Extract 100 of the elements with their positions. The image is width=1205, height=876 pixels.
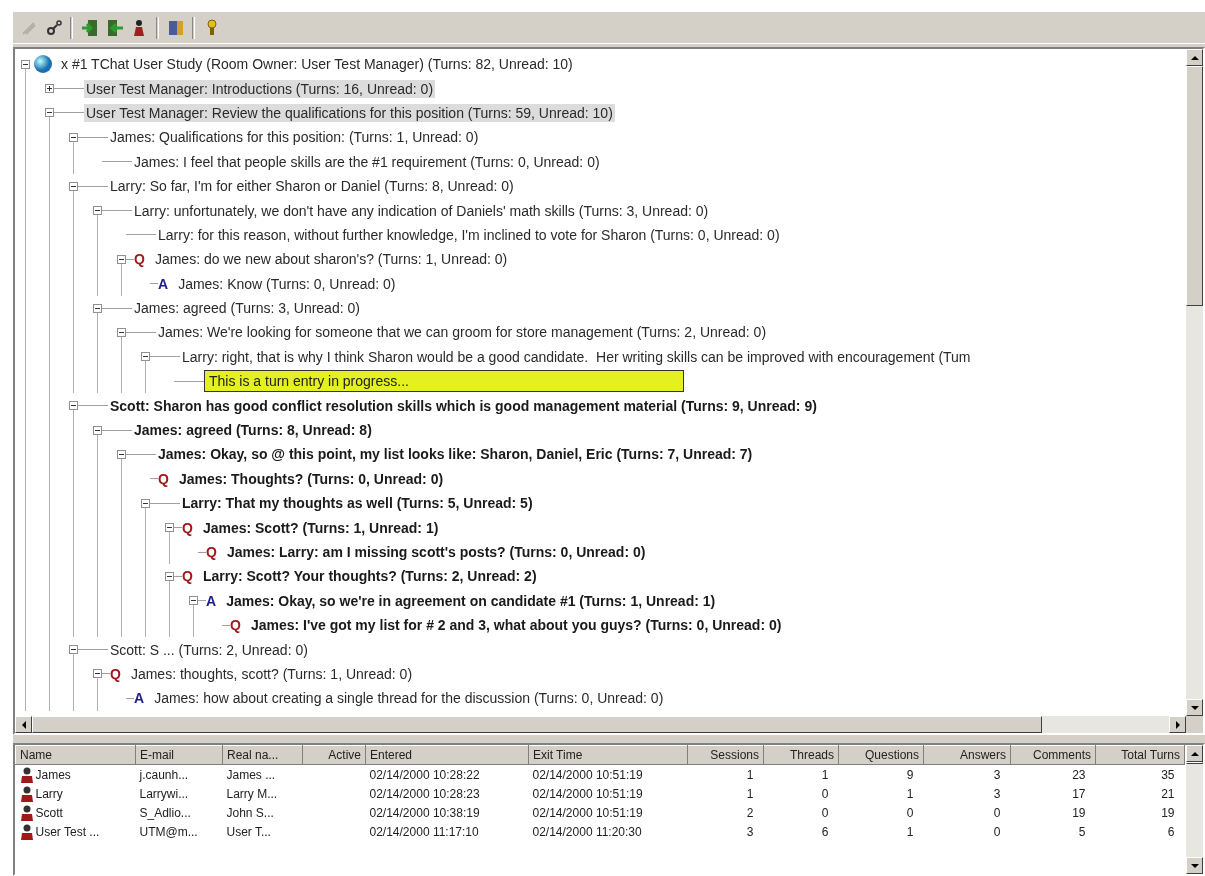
thread-item[interactable]: James: Okay, so @ this point, my list looks like: Sharon, Daniel, Eric (Turns: 7, Unread: 7) [156,445,755,464]
collapse-toggle[interactable] [69,181,78,191]
column-header[interactable]: Answers [923,745,1011,765]
column-header[interactable]: Active [302,745,366,765]
thread-item[interactable]: User Test Manager: Review the qualifications for this position (Turns: 59, Unread: 10) [84,103,615,122]
table-cell-text: 1 [905,785,915,803]
thread-item[interactable]: James: agreed (Turns: 3, Unread: 0) [132,299,362,318]
answer-marker: A [158,275,169,292]
table-cell: 1 [763,764,839,784]
table-cell-text: 3 [745,823,755,841]
scroll-right-button[interactable] [1169,716,1186,733]
collapse-toggle[interactable] [141,498,150,508]
user-icon [19,785,34,802]
column-header[interactable]: Real na... [222,745,303,765]
column-header[interactable]: Name [15,745,136,765]
column-header[interactable]: Exit Time [528,745,688,765]
user-name[interactable]: Larry [35,786,63,801]
collapse-toggle[interactable] [45,108,54,118]
thread-item[interactable]: James: I feel that people skills are the #1 requirement (Turns: 0, Unread: 0) [132,152,602,171]
thread-item[interactable]: Larry: for this reason, without further knowledge, I'm inclined to vote for Sharon (Turns: 0, Unread: 0) [156,225,782,244]
globe-icon [33,54,53,75]
table-cell-text: 02/14/2000 11:20:30 [531,823,643,841]
column-header[interactable]: E-mail [135,745,223,765]
thread-item[interactable]: James: Thoughts? (Turns: 0, Unread: 0) [176,469,446,488]
table-cell-text: 02/14/2000 10:28:23 [368,785,481,803]
thread-item[interactable]: James: Know (Turns: 0, Unread: 0) [176,274,398,293]
collapse-toggle[interactable] [93,206,102,216]
down-arrow-icon [1190,705,1199,710]
answer-marker: A [134,690,145,707]
table-cell-text: Larrywi... [138,785,190,803]
collapse-toggle[interactable] [93,425,102,435]
thread-item[interactable]: James: thoughts, scott? (Turns: 1, Unread: 0) [128,664,415,683]
collapse-toggle[interactable] [165,523,174,533]
question-marker: Q [134,251,145,268]
thread-item[interactable]: Scott: Sharon has good conflict resolution skills which is good management material (Turns: 9, Unread: 9) [108,396,819,415]
up-arrow-icon [1190,751,1199,756]
expand-toggle[interactable] [45,84,54,94]
collapse-toggle[interactable] [165,571,174,581]
turn-entry-field[interactable]: This is a turn entry in progress... [204,370,684,393]
table-cell-text: 1 [905,823,915,841]
right-arrow-icon [1175,720,1180,729]
table-cell-text: 02/14/2000 10:51:19 [531,785,644,803]
user-name[interactable]: Scott [35,805,63,820]
collapse-toggle[interactable] [93,669,102,679]
question-marker: Q [158,470,169,487]
collapse-toggle[interactable] [189,596,198,606]
thread-item[interactable]: Larry: That my thoughts as well (Turns: 5, Unread: 5) [180,494,535,513]
thread-item[interactable]: Scott: S ... (Turns: 2, Unread: 0) [108,640,310,659]
question-marker: Q [182,519,193,536]
column-header[interactable]: Threads [763,745,839,765]
table-cell-text: Larry M... [225,785,279,803]
column-header[interactable]: Entered [365,745,529,765]
collapse-toggle[interactable] [69,645,78,655]
collapse-toggle[interactable] [69,401,78,411]
column-header[interactable]: Questions [838,745,924,765]
thread-item[interactable]: Larry: right, that is why I think Sharon would be a good candidate. Her writing skills can be improved with encouragement (Tum [180,347,973,366]
table-cell-text: 02/14/2000 11:17:10 [368,823,480,841]
collapse-toggle[interactable] [69,132,78,142]
table-cell: James ... [222,764,303,784]
thread-item[interactable]: James: I've got my list for # 2 and 3, what about you guys? (Turns: 0, Unread: 0) [248,616,784,635]
collapse-toggle[interactable] [117,328,126,337]
thread-item[interactable]: James: how about creating a single thread for the discussion (Turns: 0, Unread: 0) [152,689,666,708]
scroll-left-button[interactable] [15,716,32,733]
column-header[interactable]: Sessions [687,745,764,765]
table-cell-text: 21 [1160,785,1176,803]
collapse-toggle[interactable] [117,449,126,459]
table-cell-text: UTM@m... [138,823,199,841]
thread-item[interactable]: Larry: Scott? Your thoughts? (Turns: 2, Unread: 2) [200,567,539,586]
scroll-down-button[interactable] [1186,857,1203,874]
room-title[interactable]: x #1 TChat User Study (Room Owner: User Test Manager) (Turns: 82, Unread: 10) [59,55,575,74]
collapse-toggle[interactable] [21,59,30,69]
thread-item[interactable]: James: agreed (Turns: 8, Unread: 8) [132,421,374,440]
user-name[interactable]: James [35,767,71,782]
collapse-toggle[interactable] [117,254,126,264]
thread-item[interactable]: User Test Manager: Introductions (Turns: 16, Unread: 0) [84,79,436,98]
thread-item[interactable]: James: Qualifications for this position: (Turns: 1, Unread: 0) [108,128,481,147]
user-name[interactable]: User Test ... [35,824,100,839]
table-cell: 3 [923,764,1011,784]
question-marker: Q [110,665,121,682]
table-cell: 23 [1010,764,1096,784]
column-header[interactable]: Comments [1010,745,1096,765]
collapse-toggle[interactable] [141,352,150,362]
table-cell-text: S_Adlio... [138,804,192,822]
scroll-up-button[interactable] [1186,745,1203,762]
left-arrow-icon [21,720,26,729]
thread-item[interactable]: James: do we new about sharon's? (Turns: 1, Unread: 0) [152,250,510,269]
scroll-down-button[interactable] [1186,699,1203,716]
thread-item[interactable]: James: Scott? (Turns: 1, Unread: 1) [200,518,441,537]
thread-item[interactable]: James: We're looking for someone that we can groom for store management (Turns: 2, Unread: 0) [156,323,769,342]
thread-item[interactable]: Larry: So far, I'm for either Sharon or Daniel (Turns: 8, Unread: 0) [108,177,516,196]
table-cell-text: 0 [992,804,1002,822]
thread-item[interactable]: Larry: unfortunately, we don't have any indication of Daniels' math skills (Turns: 3, Unread: 0) [132,201,711,220]
column-header[interactable]: Total Turns [1095,745,1185,765]
collapse-toggle[interactable] [93,303,102,313]
thread-item[interactable]: James: Larry: am I missing scott's posts? (Turns: 0, Unread: 0) [224,543,648,561]
table-cell-text: 0 [820,785,830,803]
scroll-up-button[interactable] [1186,49,1203,66]
table-cell: j.caunh... [135,764,223,784]
table-cell-text: 6 [820,823,830,841]
thread-item[interactable]: James: Okay, so we're in agreement on candidate #1 (Turns: 1, Unread: 1) [224,591,718,610]
